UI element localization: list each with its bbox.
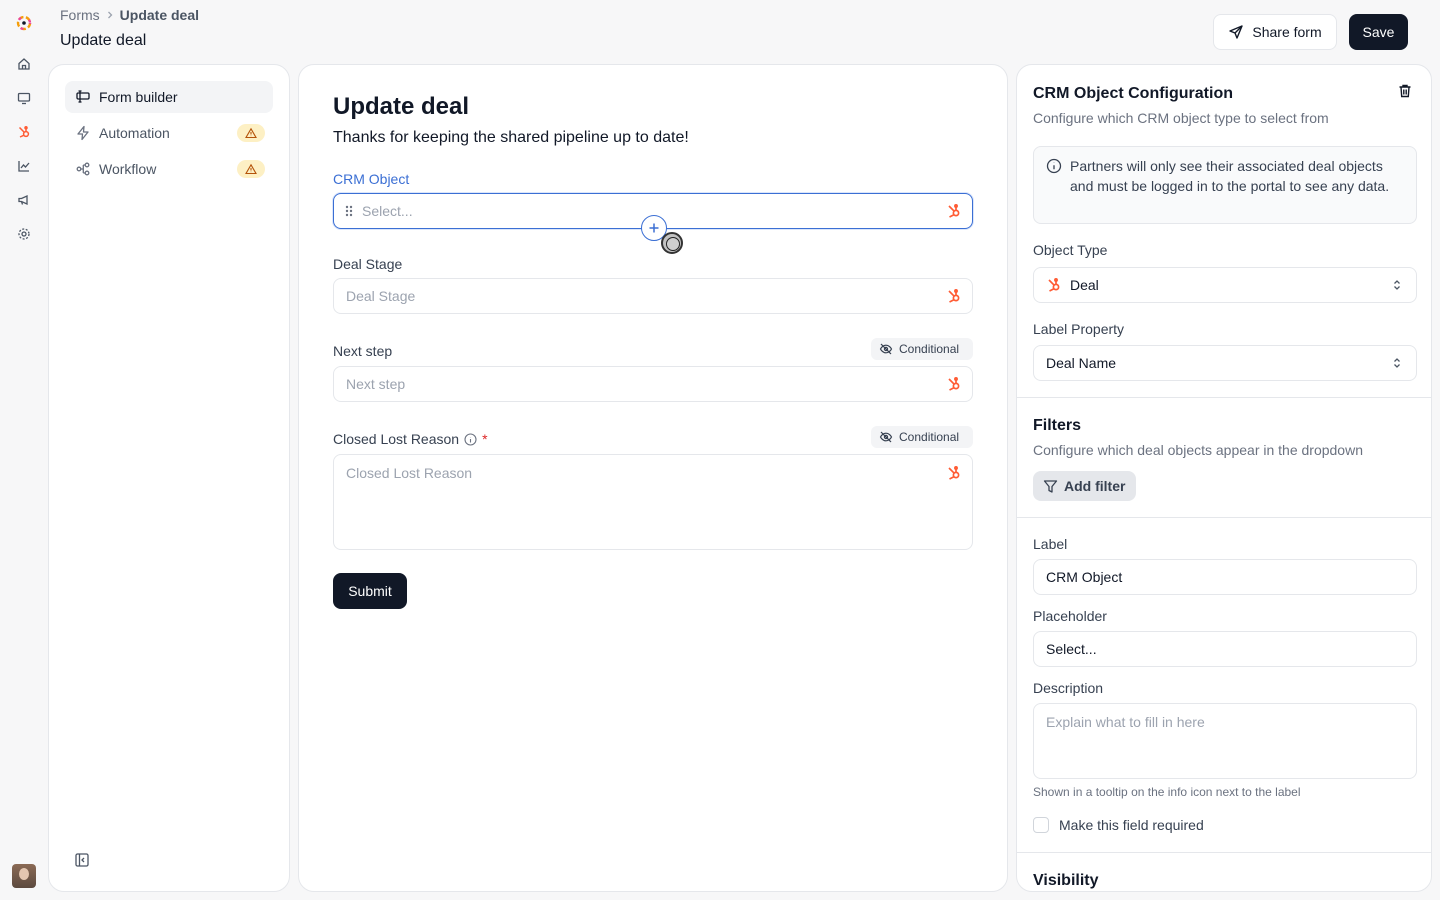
form-subtitle[interactable]: Thanks for keeping the shared pipeline u… [333, 129, 689, 147]
user-avatar[interactable] [12, 864, 36, 888]
placeholder-input[interactable]: Select... [1033, 631, 1417, 667]
trash-icon[interactable] [1397, 83, 1413, 99]
deal-stage-placeholder: Deal Stage [346, 288, 416, 304]
chart-icon[interactable] [16, 158, 32, 174]
filters-title: Filters [1033, 417, 1082, 434]
deal-stage-field-label[interactable]: Deal Stage [333, 256, 402, 272]
filter-icon [1043, 479, 1058, 493]
workflow-icon [76, 162, 90, 176]
app-rail [0, 0, 48, 900]
hubspot-icon[interactable] [16, 124, 32, 140]
conditional-label: Conditional [899, 430, 960, 444]
section-divider [1017, 517, 1431, 518]
closed-lost-reason-field-label[interactable]: Closed Lost Reason * [333, 431, 488, 447]
sidebar-item-label: Workflow [99, 161, 157, 177]
conditional-badge[interactable]: Conditional [871, 338, 973, 360]
placeholder-label: Placeholder [1033, 608, 1107, 624]
crm-object-placeholder: Select... [362, 203, 413, 219]
save-button[interactable]: Save [1349, 14, 1408, 50]
info-callout: Partners will only see their associated … [1033, 146, 1417, 224]
hubspot-icon [948, 204, 960, 218]
info-callout-text: Partners will only see their associated … [1070, 158, 1390, 194]
page-title: Update deal [60, 32, 147, 49]
closed-lost-reason-label-text: Closed Lost Reason [333, 431, 460, 447]
description-hint: Shown in a tooltip on the info icon next… [1033, 785, 1301, 799]
filters-subtitle: Configure which deal objects appear in t… [1033, 442, 1363, 458]
builder-sidebar: Form builder Automation Workflow [48, 64, 290, 892]
breadcrumb: Forms Update deal [60, 7, 199, 23]
visibility-title: Visibility [1033, 872, 1099, 889]
sidebar-item-form-builder[interactable]: Form builder [65, 81, 273, 113]
closed-lost-reason-textarea[interactable]: Closed Lost Reason [333, 454, 973, 550]
conditional-label: Conditional [899, 342, 960, 356]
next-step-input[interactable]: Next step [333, 366, 973, 402]
collapse-sidebar-icon[interactable] [75, 853, 89, 867]
sidebar-item-label: Form builder [99, 89, 178, 105]
required-checkbox[interactable] [1033, 817, 1049, 833]
label-property-value: Deal Name [1046, 355, 1117, 371]
description-textarea[interactable]: Explain what to fill in here [1033, 703, 1417, 779]
hubspot-icon [948, 289, 960, 303]
required-asterisk: * [482, 431, 488, 447]
field-label-input[interactable]: CRM Object [1033, 559, 1417, 595]
required-toggle-row[interactable]: Make this field required [1033, 817, 1204, 833]
hubspot-icon [948, 377, 960, 391]
hubspot-icon [1048, 278, 1060, 292]
field-label-label: Label [1033, 536, 1068, 552]
conditional-badge[interactable]: Conditional [871, 426, 973, 448]
breadcrumb-current: Update deal [119, 7, 200, 23]
share-form-label: Share form [1252, 24, 1322, 40]
submit-button[interactable]: Submit [333, 573, 407, 609]
crm-object-field-label[interactable]: CRM Object [333, 171, 409, 187]
label-property-select[interactable]: Deal Name [1033, 345, 1417, 381]
sidebar-item-automation[interactable]: Automation [65, 117, 273, 149]
next-step-placeholder: Next step [346, 376, 406, 392]
eye-off-icon [879, 431, 893, 443]
home-icon[interactable] [16, 56, 32, 72]
deal-stage-input[interactable]: Deal Stage [333, 278, 973, 314]
warning-icon [245, 127, 257, 139]
share-form-button[interactable]: Share form [1213, 14, 1337, 50]
add-filter-button[interactable]: Add filter [1033, 471, 1136, 501]
section-divider [1017, 397, 1431, 398]
closed-lost-reason-placeholder: Closed Lost Reason [346, 465, 473, 481]
hubspot-icon [948, 466, 960, 480]
app-logo-icon[interactable] [14, 13, 34, 33]
chevron-up-down-icon [1394, 280, 1400, 290]
form-canvas: Update deal Thanks for keeping the share… [298, 64, 1008, 892]
lightning-icon [77, 125, 89, 141]
config-panel: CRM Object Configuration Configure which… [1016, 64, 1432, 892]
eye-off-icon [879, 343, 893, 355]
section-divider [1017, 852, 1431, 853]
config-title: CRM Object Configuration [1033, 85, 1233, 102]
warning-badge [237, 124, 265, 142]
description-label: Description [1033, 680, 1104, 696]
chevron-right-icon [107, 11, 113, 19]
object-type-select[interactable]: Deal [1033, 267, 1417, 303]
warning-badge [237, 160, 265, 178]
mouse-cursor [661, 232, 683, 254]
required-label: Make this field required [1059, 817, 1204, 833]
object-type-value: Deal [1070, 277, 1099, 293]
label-property-label: Label Property [1033, 321, 1125, 337]
warning-icon [245, 163, 257, 175]
sidebar-item-label: Automation [99, 125, 170, 141]
object-type-label: Object Type [1033, 242, 1108, 258]
form-title[interactable]: Update deal [333, 93, 469, 121]
drag-handle-icon[interactable] [344, 204, 354, 218]
send-icon [1229, 25, 1244, 39]
info-icon [1046, 158, 1062, 174]
sidebar-item-workflow[interactable]: Workflow [65, 153, 273, 185]
info-icon[interactable] [464, 432, 477, 446]
settings-gear-icon[interactable] [16, 226, 32, 242]
chevron-up-down-icon [1394, 358, 1400, 368]
breadcrumb-forms-link[interactable]: Forms [60, 7, 100, 23]
megaphone-icon[interactable] [16, 192, 32, 208]
form-builder-icon [76, 90, 90, 103]
config-subtitle: Configure which CRM object type to selec… [1033, 110, 1329, 126]
add-filter-label: Add filter [1064, 478, 1126, 494]
monitor-icon[interactable] [16, 90, 32, 106]
next-step-field-label[interactable]: Next step [333, 343, 392, 359]
plus-icon [649, 223, 659, 233]
